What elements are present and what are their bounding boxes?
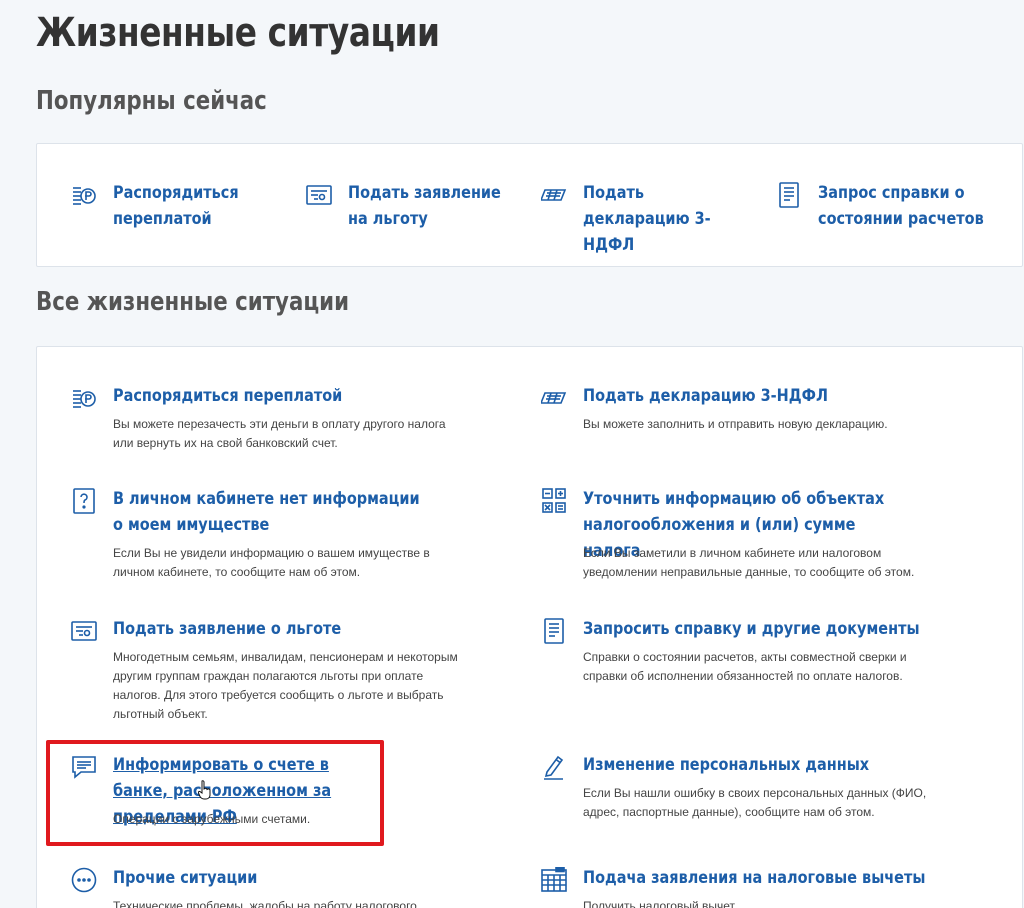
situation-description: Если Вы заметили в личном кабинете или н…: [583, 546, 915, 579]
ruble-coin-icon: [71, 182, 97, 208]
pencil-icon: [541, 754, 567, 780]
popular-heading: Популярны сейчас: [36, 86, 267, 116]
calendar-grid-icon: [541, 867, 567, 893]
situation-description: Если Вы не увидели информацию о вашем им…: [113, 546, 430, 579]
page-title: Жизненные ситуации: [36, 10, 440, 56]
situation-title[interactable]: Подать декларацию 3-НДФЛ: [583, 383, 949, 409]
situation-description: Вы можете заполнить и отправить новую де…: [583, 417, 888, 431]
situation-description: Операции с зарубежными счетами.: [113, 812, 311, 826]
popular-card: Распорядиться переплатой Подать заявлени…: [36, 143, 1023, 267]
tax-declaration-icon: [541, 182, 567, 208]
calculator-icon: [541, 488, 567, 514]
situation-title[interactable]: Подача заявления на налоговые вычеты: [583, 865, 949, 891]
hand-cursor-icon: [198, 780, 212, 800]
situation-description: Технические проблемы, жалобы на работу н…: [113, 899, 417, 908]
situation-description: Если Вы нашли ошибку в своих персональны…: [583, 786, 927, 819]
more-dots-icon: [71, 867, 97, 893]
situation-description: Многодетным семьям, инвалидам, пенсионер…: [113, 650, 458, 721]
tax-declaration-icon: [541, 385, 567, 411]
situation-title[interactable]: В личном кабинете нет информации о моем …: [113, 486, 428, 538]
popular-item-label: Подать декларацию 3-НДФЛ: [583, 183, 711, 255]
ruble-coin-icon: [71, 385, 97, 411]
certificate-icon: [306, 182, 332, 208]
situation-title[interactable]: Подать заявление о льготе: [113, 616, 479, 642]
situation-description: Справки о состоянии расчетов, акты совме…: [583, 650, 907, 683]
all-situations-heading: Все жизненные ситуации: [36, 287, 350, 317]
document-list-icon: [776, 182, 802, 208]
situation-title[interactable]: Запросить справку и другие документы: [583, 616, 949, 642]
page: Жизненные ситуации Популярны сейчас Расп…: [0, 0, 1024, 908]
situation-description: Вы можете перезачесть эти деньги в оплат…: [113, 417, 446, 450]
situation-title[interactable]: Изменение персональных данных: [583, 752, 949, 778]
situation-description: Получить налоговый вычет: [583, 899, 736, 908]
popular-item-label: Подать заявление на льготу: [348, 183, 501, 229]
document-list-icon: [541, 618, 567, 644]
popular-item-label: Распорядиться переплатой: [113, 183, 239, 229]
question-icon: [71, 488, 97, 514]
message-icon: [71, 754, 97, 780]
situation-title[interactable]: Прочие ситуации: [113, 865, 479, 891]
popular-item-label: Запрос справки о состоянии расчетов: [818, 183, 984, 229]
certificate-icon: [71, 618, 97, 644]
situation-title[interactable]: Распорядиться переплатой: [113, 383, 479, 409]
all-situations-card: Распорядиться переплатой Вы можете перез…: [36, 346, 1023, 908]
